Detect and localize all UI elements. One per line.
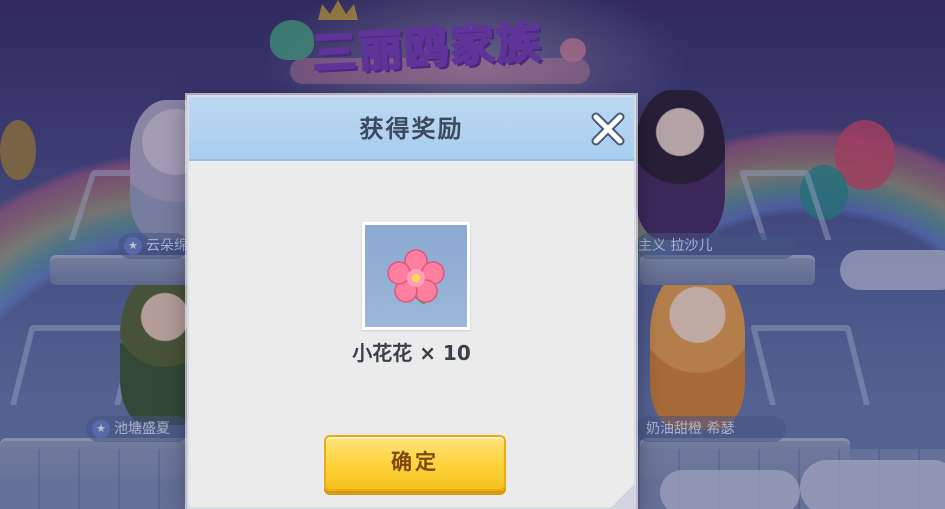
confirm-button-label: 确定 [391,450,439,474]
close-button[interactable] [586,107,630,151]
confirm-button[interactable]: 确定 [324,435,506,491]
reward-dialog: 获得奖励 小花花 × 10 确定 [187,95,636,509]
close-x-icon [591,112,625,146]
reward-item-background [365,225,467,327]
page-curl-decoration [606,485,636,509]
dialog-header: 获得奖励 [189,97,634,161]
reward-item-name: 小花花 × 10 [352,341,471,365]
reward-item-slot[interactable] [362,222,470,330]
dialog-title: 获得奖励 [359,115,464,143]
pink-flower-icon [387,249,445,305]
